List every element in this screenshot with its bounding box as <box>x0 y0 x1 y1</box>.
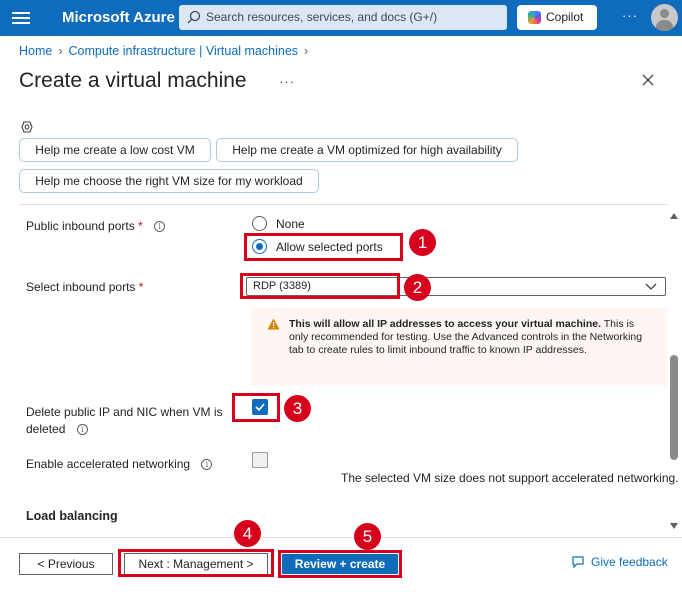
more-options-icon[interactable]: ··· <box>622 8 638 23</box>
info-icon[interactable]: i <box>201 459 213 471</box>
radio-none[interactable] <box>252 216 267 231</box>
breadcrumb-section[interactable]: Compute infrastructure | Virtual machine… <box>69 44 299 58</box>
accel-networking-label: Enable accelerated networking i <box>26 457 213 471</box>
divider <box>19 204 667 205</box>
avatar[interactable] <box>651 4 678 31</box>
warning-icon <box>267 318 280 330</box>
page-title: Create a virtual machine <box>19 69 247 92</box>
annotation-badge-4: 4 <box>234 520 261 547</box>
top-bar: Microsoft Azure Search resources, servic… <box>0 0 682 36</box>
chevron-down-icon <box>645 283 657 290</box>
scroll-up-arrow-icon[interactable] <box>670 213 678 219</box>
give-feedback-link[interactable]: Give feedback <box>571 555 668 569</box>
annotation-highlight-4 <box>118 549 274 577</box>
accel-networking-note: The selected VM size does not support ac… <box>341 471 679 485</box>
select-ports-label: Select inbound ports * <box>26 280 144 294</box>
title-more-icon[interactable]: ··· <box>279 74 295 89</box>
info-icon[interactable]: i <box>76 424 88 436</box>
scrollbar-thumb[interactable] <box>670 355 678 460</box>
footer-divider <box>0 537 682 538</box>
scroll-down-arrow-icon[interactable] <box>670 523 678 529</box>
accel-networking-checkbox[interactable] <box>252 452 268 468</box>
copilot-icon <box>528 11 541 24</box>
inbound-ports-label: Public inbound ports * i <box>26 219 166 233</box>
copilot-button[interactable]: Copilot <box>517 5 597 30</box>
copilot-suggestions-icon <box>21 121 33 133</box>
annotation-highlight-5 <box>278 550 402 578</box>
suggestion-high-availability[interactable]: Help me create a VM optimized for high a… <box>216 138 518 162</box>
annotation-highlight-3 <box>232 393 280 422</box>
annotation-highlight-2 <box>240 273 400 299</box>
copilot-label: Copilot <box>546 10 584 24</box>
annotation-badge-3: 3 <box>284 395 311 422</box>
annotation-badge-5: 5 <box>354 523 381 550</box>
delete-ip-label: Delete public IP and NIC when VM is dele… <box>26 405 223 436</box>
annotation-badge-2: 2 <box>404 274 431 301</box>
radio-none-label: None <box>276 217 305 231</box>
suggestion-low-cost-vm[interactable]: Help me create a low cost VM <box>19 138 211 162</box>
feedback-icon <box>572 556 584 569</box>
breadcrumb-home[interactable]: Home <box>19 44 52 58</box>
chevron-right-icon: › <box>58 44 63 58</box>
previous-button[interactable]: < Previous <box>19 553 113 575</box>
search-placeholder: Search resources, services, and docs (G+… <box>206 10 438 24</box>
info-icon[interactable]: i <box>154 221 166 233</box>
chevron-right-icon: › <box>304 44 309 58</box>
suggestion-vm-size[interactable]: Help me choose the right VM size for my … <box>19 169 319 193</box>
warning-bold-text: This will allow all IP addresses to acce… <box>289 318 602 330</box>
search-input[interactable]: Search resources, services, and docs (G+… <box>179 5 507 30</box>
brand-name[interactable]: Microsoft Azure <box>62 9 175 26</box>
search-icon <box>187 10 201 24</box>
close-icon[interactable] <box>640 72 656 88</box>
breadcrumb: Home › Compute infrastructure | Virtual ma… <box>19 44 314 58</box>
annotation-badge-1: 1 <box>409 229 436 256</box>
warning-message: This will allow all IP addresses to acce… <box>251 308 667 386</box>
annotation-highlight-1 <box>244 233 403 261</box>
section-heading-load-balancing: Load balancing <box>26 509 118 523</box>
menu-icon[interactable] <box>12 9 30 27</box>
